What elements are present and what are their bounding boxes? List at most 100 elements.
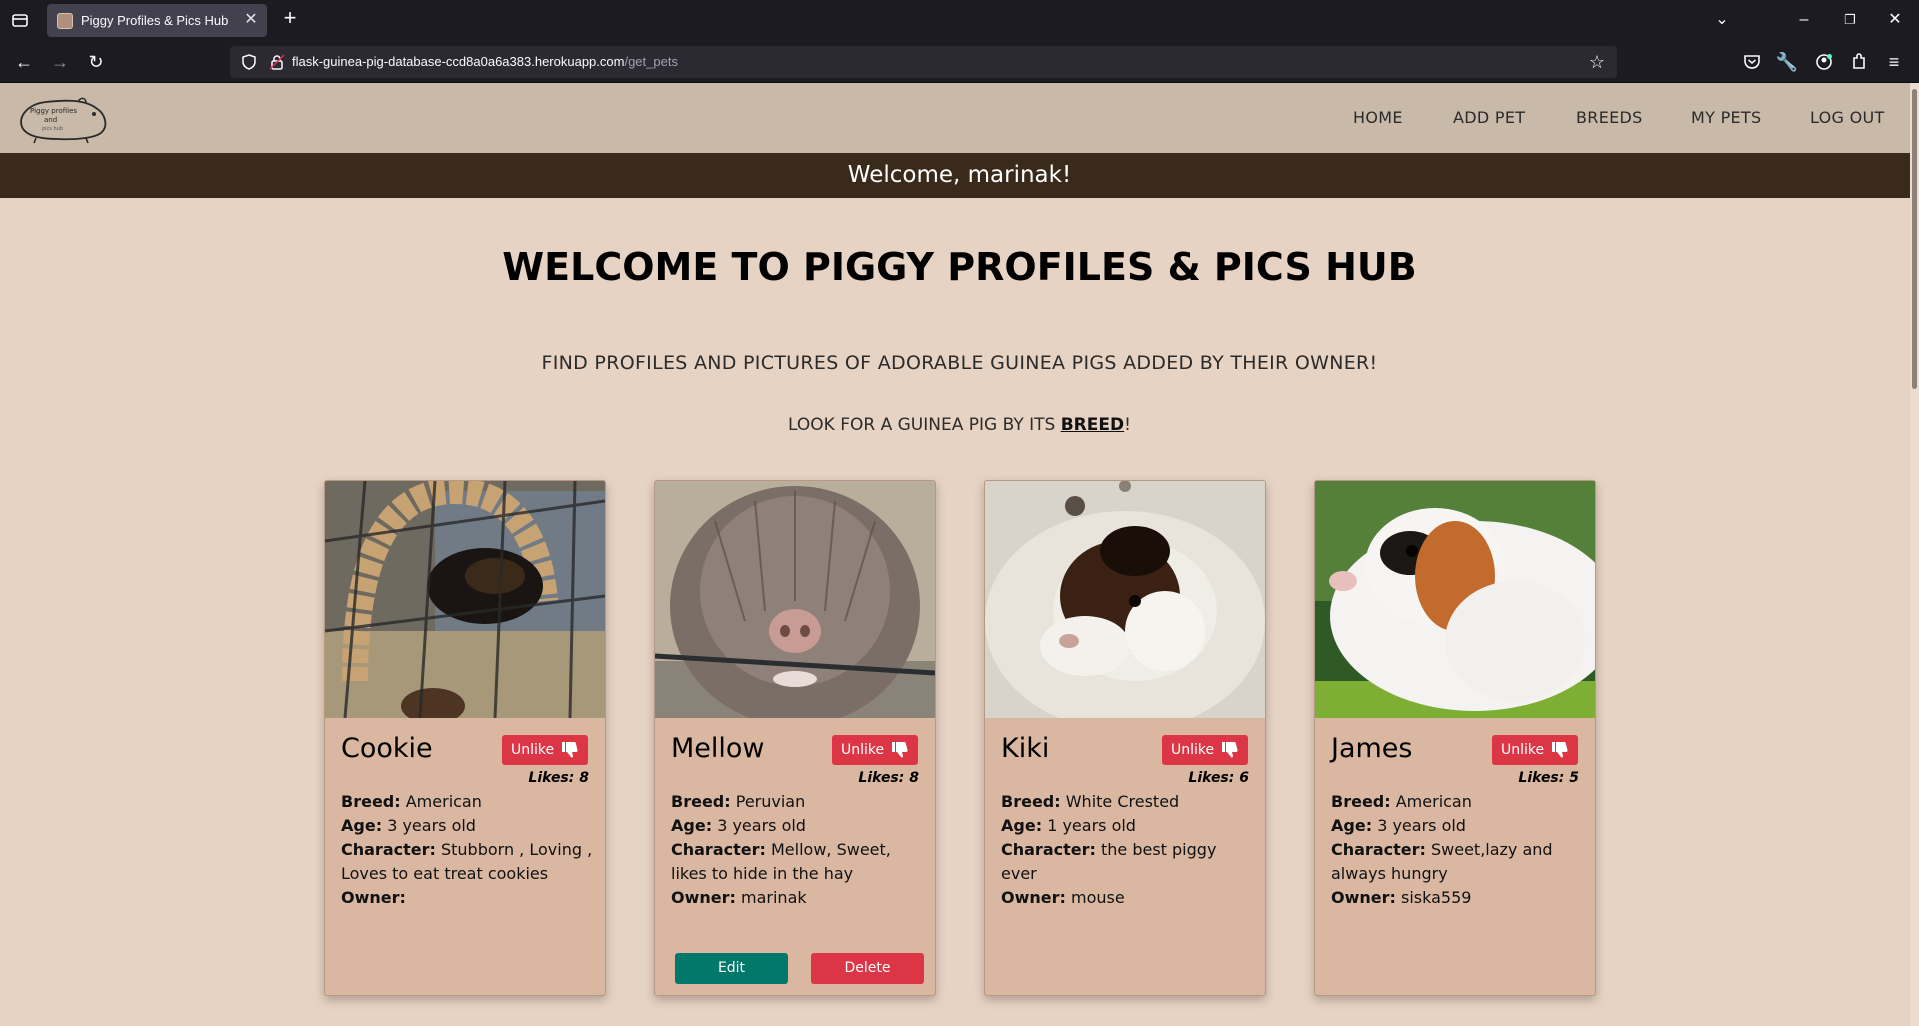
character-label: Character: <box>1001 840 1096 859</box>
unlike-label: Unlike <box>1501 742 1545 758</box>
nav-home[interactable]: HOME <box>1353 108 1403 127</box>
age-value: 3 years old <box>387 816 476 835</box>
breed-label: Breed: <box>1001 792 1061 811</box>
tab-list-chevron-icon[interactable]: ⌄ <box>1704 6 1740 34</box>
unlike-button[interactable]: Unlike <box>832 735 918 765</box>
age-label: Age: <box>341 816 383 835</box>
breed-value: White Crested <box>1065 792 1180 811</box>
likes-label: Likes: <box>1518 770 1565 786</box>
lock-icon[interactable] <box>268 53 286 71</box>
owner-label: Owner: <box>1001 888 1066 907</box>
unlike-button[interactable]: Unlike <box>502 735 588 765</box>
likes-count: Likes: 5 <box>1518 770 1579 786</box>
tab-title: Piggy Profiles & Pics Hub <box>81 13 229 28</box>
character-line: Character: Sweet,lazy and always hungry <box>1331 838 1583 886</box>
pet-info: Breed: American Age: 3 years old Charact… <box>1331 790 1583 910</box>
app-menu-icon[interactable]: ≡ <box>1880 48 1908 76</box>
nav-log-out[interactable]: LOG OUT <box>1810 108 1885 127</box>
character-line: Character: Mellow, Sweet, likes to hide … <box>671 838 923 886</box>
unlike-button[interactable]: Unlike <box>1162 735 1248 765</box>
pet-photo <box>1315 481 1595 718</box>
owner-line: Owner: mouse <box>1001 886 1253 910</box>
breed-prompt-end: ! <box>1124 415 1131 435</box>
window-close-icon[interactable]: ✕ <box>1877 6 1913 34</box>
owner-line: Owner: marinak <box>671 886 923 910</box>
likes-label: Likes: <box>1188 770 1235 786</box>
back-icon[interactable]: ← <box>10 48 38 76</box>
character-line: Character: the best piggy ever <box>1001 838 1253 886</box>
site-header: Piggy profiles and pics hub HOME ADD PET… <box>0 83 1919 153</box>
pet-photo <box>985 481 1265 718</box>
pet-card: Mellow Unlike Likes: 8 Breed: Peruvian A… <box>654 480 936 996</box>
site-logo[interactable]: Piggy profiles and pics hub <box>16 94 108 144</box>
age-label: Age: <box>1001 816 1043 835</box>
restore-icon[interactable]: ❐ <box>1832 6 1868 34</box>
likes-value: 8 <box>909 770 919 786</box>
breed-value: American <box>1395 792 1472 811</box>
extensions-icon[interactable] <box>1845 48 1873 76</box>
pet-card: Cookie Unlike Likes: 8 Breed: American A… <box>324 480 606 996</box>
url-host: flask-guinea-pig-database-ccd8a0a6a383.h… <box>292 54 625 69</box>
likes-count: Likes: 8 <box>858 770 919 786</box>
nav-add-pet[interactable]: ADD PET <box>1453 108 1525 127</box>
thumbs-down-icon <box>1552 742 1568 758</box>
breed-line: Breed: American <box>341 790 593 814</box>
welcome-banner: Welcome, marinak! <box>0 153 1919 198</box>
reload-icon[interactable]: ↻ <box>82 48 110 76</box>
address-bar[interactable]: flask-guinea-pig-database-ccd8a0a6a383.h… <box>230 46 1617 78</box>
unlike-button[interactable]: Unlike <box>1492 735 1578 765</box>
owner-line: Owner: siska559 <box>1331 886 1583 910</box>
pocket-icon[interactable] <box>1738 48 1766 76</box>
breed-value: American <box>405 792 482 811</box>
pet-photo <box>325 481 605 718</box>
minimize-icon[interactable]: – <box>1786 6 1822 34</box>
age-value: 1 years old <box>1047 816 1136 835</box>
breed-value: Peruvian <box>735 792 806 811</box>
pet-name: Kiki <box>1001 733 1050 764</box>
breed-link[interactable]: BREED <box>1061 415 1124 435</box>
nav-breeds[interactable]: BREEDS <box>1576 108 1643 127</box>
tab-close-icon[interactable]: ✕ <box>242 10 260 30</box>
browser-tab[interactable]: Piggy Profiles & Pics Hub ✕ <box>47 4 267 37</box>
tab-overview-icon[interactable] <box>6 6 34 34</box>
bookmark-star-icon[interactable]: ☆ <box>1585 50 1609 74</box>
url-path: /get_pets <box>624 54 678 69</box>
likes-label: Likes: <box>858 770 905 786</box>
url-text[interactable]: flask-guinea-pig-database-ccd8a0a6a383.h… <box>292 54 678 69</box>
likes-label: Likes: <box>528 770 575 786</box>
wrench-icon[interactable]: 🔧 <box>1773 48 1801 76</box>
browser-tab-bar: Piggy Profiles & Pics Hub ✕ + ⌄ – ❐ ✕ <box>0 0 1919 41</box>
age-line: Age: 3 years old <box>341 814 593 838</box>
page-heading: WELCOME TO PIGGY PROFILES & PICS HUB <box>502 245 1417 289</box>
age-line: Age: 1 years old <box>1001 814 1253 838</box>
logo-text-line1: Piggy profiles <box>30 107 77 115</box>
pet-info: Breed: White Crested Age: 1 years old Ch… <box>1001 790 1253 910</box>
age-label: Age: <box>671 816 713 835</box>
age-line: Age: 3 years old <box>671 814 923 838</box>
shield-icon[interactable] <box>240 53 258 71</box>
character-label: Character: <box>1331 840 1426 859</box>
owner-label: Owner: <box>671 888 736 907</box>
age-value: 3 years old <box>717 816 806 835</box>
account-icon[interactable] <box>1810 48 1838 76</box>
breed-line: Breed: American <box>1331 790 1583 814</box>
age-label: Age: <box>1331 816 1373 835</box>
scrollbar-thumb[interactable] <box>1912 89 1917 389</box>
likes-count: Likes: 6 <box>1188 770 1249 786</box>
breed-label: Breed: <box>1331 792 1391 811</box>
new-tab-icon[interactable]: + <box>276 6 304 34</box>
breed-line: Breed: White Crested <box>1001 790 1253 814</box>
forward-icon[interactable]: → <box>46 48 74 76</box>
page-scrollbar[interactable] <box>1910 83 1919 1026</box>
character-label: Character: <box>341 840 436 859</box>
owner-label: Owner: <box>341 888 406 907</box>
breed-prompt: LOOK FOR A GUINEA PIG BY ITS BREED! <box>0 415 1919 435</box>
age-line: Age: 3 years old <box>1331 814 1583 838</box>
edit-button[interactable]: Edit <box>675 953 788 984</box>
unlike-label: Unlike <box>511 742 555 758</box>
owner-label: Owner: <box>1331 888 1396 907</box>
browser-nav-bar: ← → ↻ flask-guinea-pig-database-ccd8a0a6… <box>0 41 1919 83</box>
nav-my-pets[interactable]: MY PETS <box>1691 108 1761 127</box>
likes-value: 8 <box>579 770 589 786</box>
delete-button[interactable]: Delete <box>811 953 924 984</box>
